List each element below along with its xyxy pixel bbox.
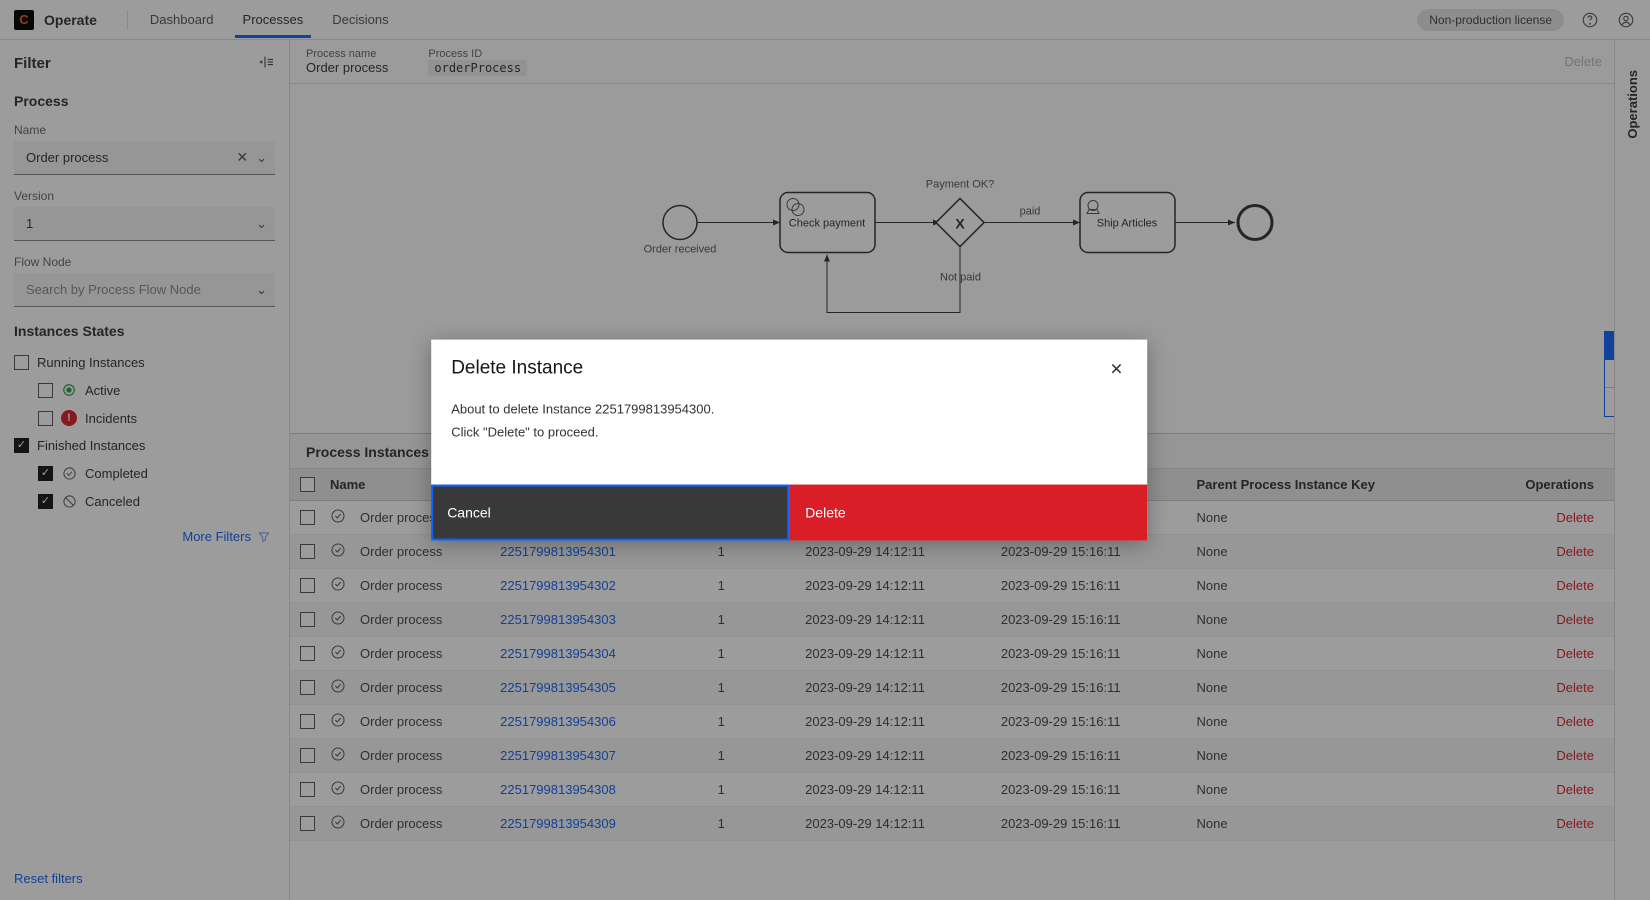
modal-title: Delete Instance bbox=[451, 358, 583, 380]
delete-button[interactable]: Delete bbox=[789, 484, 1147, 540]
modal-text-2: Click "Delete" to proceed. bbox=[451, 421, 1127, 444]
modal-text-1: About to delete Instance 225179981395430… bbox=[451, 398, 1127, 421]
cancel-button[interactable]: Cancel bbox=[431, 484, 789, 540]
delete-instance-modal: Delete Instance ✕ About to delete Instan… bbox=[431, 340, 1147, 541]
modal-close-icon[interactable]: ✕ bbox=[1106, 358, 1127, 382]
